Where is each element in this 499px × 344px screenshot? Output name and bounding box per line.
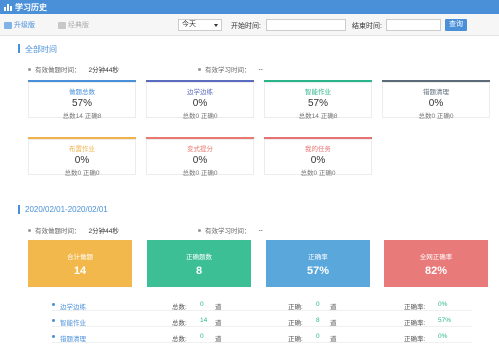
rate-value: 57%: [438, 317, 452, 324]
summary-label: 全网正确率: [419, 254, 453, 261]
version-old-label: 经典版: [68, 22, 89, 29]
summary-label: 正确率: [308, 254, 328, 261]
effective-study-time: 有效学习时间： --: [198, 64, 263, 74]
start-time-input[interactable]: [266, 19, 346, 31]
card-subtext: 总数0 正确0: [64, 170, 100, 177]
upgrade-icon: [4, 21, 12, 29]
title-bar: 学习历史: [0, 0, 499, 14]
meta-value: 2分钟44秒: [88, 228, 119, 235]
card-subtext: 总数0 正确0: [418, 113, 454, 120]
card-title: 做题总数: [69, 89, 95, 96]
stat-card-my-tasks[interactable]: 我的任务 0% 总数0 正确0: [264, 137, 372, 177]
stat-card-wrong-cleanup[interactable]: 错题清理 0% 总数0 正确0: [382, 80, 490, 120]
chevron-down-icon: [214, 24, 218, 27]
effective-practice-time: 有效做题时间： 2分钟44秒: [28, 64, 119, 74]
summary-value: 57%: [306, 265, 330, 277]
card-value: 0%: [428, 98, 444, 109]
card-value: 0%: [310, 155, 326, 166]
bullet-icon: [198, 67, 201, 71]
row-divider: [52, 310, 472, 311]
summary-label: 正确题数: [186, 254, 212, 261]
rate-value: 0%: [438, 301, 448, 308]
summary-value: 14: [73, 265, 87, 277]
card-subtext: 总数0 正确0: [182, 113, 218, 120]
bullet-icon: [52, 303, 55, 306]
bullet-icon: [52, 335, 55, 338]
stat-card-learn-practice[interactable]: 边学边练 0% 总数0 正确0: [146, 80, 254, 120]
summary-value: 82%: [424, 265, 448, 277]
version-new-label: 升级版: [14, 22, 35, 29]
card-value: 57%: [71, 98, 92, 109]
meta-value: 2分钟44秒: [88, 67, 119, 74]
card-subtext: 总数0 正确0: [182, 170, 218, 177]
card-value: 0%: [192, 98, 208, 109]
card-title: 变式提分: [187, 146, 213, 153]
summary-block-total-questions: 合计做题 14: [28, 240, 132, 287]
row-divider: [52, 342, 472, 343]
card-title: 我的任务: [305, 146, 331, 153]
section-range-title: 2020/02/01-2020/02/01: [25, 205, 108, 214]
query-button[interactable]: 查询: [445, 19, 467, 31]
correct-value: 8: [316, 317, 320, 324]
summary-block-global-accuracy: 全网正确率 82%: [384, 240, 488, 287]
bullet-icon: [198, 228, 201, 232]
card-subtext: 总数14 正确8: [62, 113, 102, 120]
summary-block-accuracy: 正确率 57%: [266, 240, 370, 287]
card-subtext: 总数14 正确8: [298, 113, 338, 120]
table-row: 智能作业 总数: 14 道正确: 8 道正确率: 57%: [52, 315, 472, 327]
table-row: 错题清理 总数: 0 道正确: 0 道正确率: 0%: [52, 331, 472, 343]
range-select[interactable]: 今天: [178, 19, 222, 31]
chart-icon: [4, 3, 12, 11]
meta-value: --: [258, 65, 263, 73]
bullet-icon: [52, 319, 55, 322]
version-old-tab[interactable]: 经典版: [58, 20, 89, 30]
total-value: 14: [200, 317, 208, 324]
card-value: 57%: [307, 98, 328, 109]
stat-card-variant-boost[interactable]: 变式提分 0% 总数0 正确0: [146, 137, 254, 177]
meta-value: --: [258, 226, 263, 234]
card-value: 0%: [192, 155, 208, 166]
total-value: 0: [200, 301, 204, 308]
card-subtext: 总数0 正确0: [300, 170, 336, 177]
card-title: 错题清理: [423, 89, 449, 96]
bullet-icon: [28, 67, 31, 71]
rate-value: 0%: [438, 333, 448, 340]
correct-value: 0: [316, 301, 320, 308]
effective-study-time: 有效学习时间： --: [198, 225, 263, 235]
end-time-label: 结束时间:: [352, 23, 382, 30]
bullet-icon: [28, 228, 31, 232]
section-marker: [18, 44, 20, 53]
section-all-title: 全部时间: [25, 45, 57, 54]
meta-label: 有效学习时间：: [205, 67, 251, 74]
section-marker: [18, 205, 20, 214]
stat-card-smart-homework[interactable]: 智能作业 57% 总数14 正确8: [264, 80, 372, 120]
home-icon: [58, 21, 66, 29]
card-title: 布置作业: [69, 146, 95, 153]
card-title: 智能作业: [305, 89, 331, 96]
stat-card-assigned-homework[interactable]: 布置作业 0% 总数0 正确0: [28, 137, 136, 177]
start-time-label: 开始时间:: [231, 23, 261, 30]
meta-label: 有效做题时间：: [35, 67, 81, 74]
effective-practice-time: 有效做题时间： 2分钟44秒: [28, 225, 119, 235]
correct-value: 0: [316, 333, 320, 340]
summary-block-correct-questions: 正确题数 8: [147, 240, 251, 287]
version-new-tab[interactable]: 升级版: [4, 20, 35, 30]
stat-card-total[interactable]: 做题总数 57% 总数14 正确8: [28, 80, 136, 120]
summary-value: 8: [195, 265, 203, 277]
meta-label: 有效学习时间：: [205, 228, 251, 235]
table-row: 边学边练 总数: 0 道正确: 0 道正确率: 0%: [52, 299, 472, 311]
card-title: 边学边练: [187, 89, 213, 96]
total-value: 0: [200, 333, 204, 340]
toolbar: 升级版 经典版 今天 开始时间: 结束时间: 查询: [0, 14, 499, 36]
app-title: 学习历史: [15, 2, 47, 12]
end-time-input[interactable]: [386, 19, 441, 31]
range-select-value: 今天: [182, 21, 196, 28]
summary-label: 合计做题: [67, 254, 93, 261]
card-value: 0%: [74, 155, 90, 166]
row-divider: [52, 326, 472, 327]
meta-label: 有效做题时间：: [35, 228, 81, 235]
